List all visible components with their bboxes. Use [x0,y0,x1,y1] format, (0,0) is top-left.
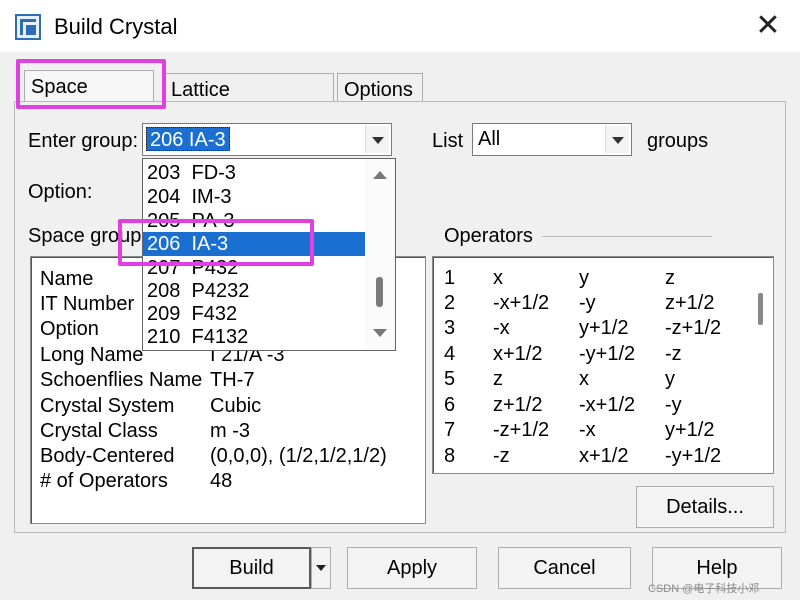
info-name: Crystal Class [40,420,158,442]
op-number: 3 [444,317,456,339]
op-x: -x+1/2 [493,292,550,314]
op-x: -z [493,445,510,467]
op-number: 1 [444,267,456,289]
operator-row: 8 -z x+1/2 -y+1/2 [444,444,721,469]
operator-row: 4 x+1/2 -y+1/2 -z [444,342,682,367]
dropdown-item[interactable]: 204 IM-3 [143,185,365,209]
crystal-app-icon [15,14,41,40]
op-z: z+1/2 [665,292,715,314]
operator-row: 1 x y z [444,266,675,291]
info-value: Cubic [210,395,262,417]
tab-highlight-annotation [16,59,166,109]
op-number: 5 [444,368,456,390]
op-x: -z+1/2 [493,419,550,441]
enter-group-label: Enter group: [28,130,139,152]
operator-row: 3 -x y+1/2 -z+1/2 [444,316,721,341]
info-name: Body-Centered [40,445,175,467]
operator-row: 2 -x+1/2 -y z+1/2 [444,291,714,316]
info-row: Schoenflies Name TH-7 [40,368,254,393]
dropdown-item[interactable]: 209 F432 [143,302,365,326]
scroll-up-icon[interactable] [373,171,387,179]
info-value: TH-7 [210,369,255,391]
info-row: Crystal Class m -3 [40,419,250,444]
operator-row: 5 z x y [444,367,675,392]
info-row: # of Operators 48 [40,469,232,494]
op-z: -z+1/2 [665,317,722,339]
chevron-down-icon[interactable] [365,126,389,153]
op-y: x+1/2 [579,445,629,467]
op-z: -z [665,343,682,365]
op-x: x+1/2 [493,343,543,365]
selection-highlight-annotation [118,219,314,266]
list-value: All [478,128,501,150]
operator-row: 7 -z+1/2 -x y+1/2 [444,418,714,443]
op-x: x [493,267,503,289]
op-y: -x [579,419,596,441]
op-x: -x [493,317,510,339]
chevron-down-icon[interactable] [605,126,629,153]
watermark: CSDN @电子科技小邓 [648,583,760,595]
op-y: y [579,267,589,289]
option-label: Option: [28,181,93,203]
scrollbar-thumb[interactable] [376,277,383,307]
op-number: 2 [444,292,456,314]
info-row: Crystal System Cubic [40,394,261,419]
operators-label: Operators [444,225,533,247]
op-y: y+1/2 [579,317,629,339]
op-x: z [493,368,503,390]
enter-group-combobox[interactable]: 206 IA-3 [142,123,392,156]
window-title: Build Crystal [54,14,178,39]
op-y: x [579,368,589,390]
list-label: List [432,130,464,152]
info-name: Schoenflies Name [40,369,203,391]
op-y: -x+1/2 [579,394,636,416]
build-dropdown-chevron-icon[interactable] [311,547,331,589]
op-z: -y+1/2 [665,445,722,467]
info-value: 48 [210,470,233,492]
op-z: y [665,368,675,390]
info-row: Body-Centered (0,0,0), (1/2,1/2,1/2) [40,444,387,469]
build-button[interactable]: Build [192,547,311,589]
op-z: -y [665,394,682,416]
close-icon[interactable]: ✕ [746,6,790,46]
apply-button[interactable]: Apply [347,547,477,589]
scrollbar-thumb[interactable] [758,293,763,325]
op-y: -y [579,292,596,314]
op-number: 6 [444,394,456,416]
info-value: m -3 [210,420,250,442]
info-name: Crystal System [40,395,175,417]
title-bar: Build Crystal ✕ [0,0,800,52]
op-number: 4 [444,343,456,365]
op-x: z+1/2 [493,394,543,416]
op-number: 8 [444,445,456,467]
operators-divider [542,236,712,237]
op-z: y+1/2 [665,419,715,441]
scroll-down-icon[interactable] [373,329,387,337]
dropdown-item[interactable]: 210 F4132 [143,325,365,349]
dropdown-item[interactable]: 208 P4232 [143,279,365,303]
dropdown-scrollbar[interactable] [365,159,395,350]
info-name: # of Operators [40,470,168,492]
details-button[interactable]: Details... [636,486,774,528]
op-y: -y+1/2 [579,343,636,365]
dropdown-item[interactable]: 203 FD-3 [143,161,365,185]
enter-group-value[interactable]: 206 IA-3 [146,127,230,151]
op-z: z [665,267,675,289]
list-combobox[interactable]: All [472,123,632,156]
operators-list[interactable]: 1 x y z 2 -x+1/2 -y z+1/2 3 -x y+1/2 -z+1/2 4 x+1/… [432,256,774,474]
cancel-button[interactable]: Cancel [498,547,631,589]
op-number: 7 [444,419,456,441]
operator-row: 6 z+1/2 -x+1/2 -y [444,393,682,418]
groups-label: groups [647,130,709,152]
info-value: (0,0,0), (1/2,1/2,1/2) [210,445,387,467]
